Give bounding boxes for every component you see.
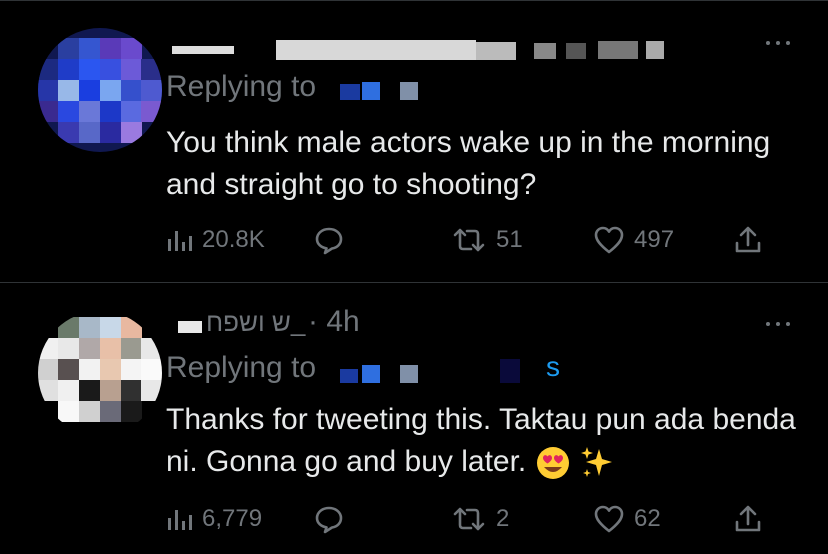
redacted-display-name xyxy=(172,46,234,54)
redacted-reply-handle xyxy=(340,369,358,383)
redacted-reply-handle xyxy=(362,82,380,100)
more-dots-icon[interactable] xyxy=(764,38,794,48)
heart-eyes-emoji xyxy=(536,447,569,480)
avatar[interactable] xyxy=(38,28,162,152)
redacted-reply-handle xyxy=(400,82,418,100)
like-count: 62 xyxy=(634,505,661,532)
like-button[interactable]: 62 xyxy=(594,501,661,537)
redacted-handle-part xyxy=(566,43,586,59)
replying-to-label: Replying to xyxy=(166,70,317,103)
redacted-handle-part xyxy=(476,42,516,60)
reply-handle-tail[interactable]: s xyxy=(546,351,560,383)
redacted-display-name xyxy=(178,321,202,333)
bar-chart-icon xyxy=(168,510,192,530)
views-button[interactable]: 6,779 xyxy=(166,501,262,537)
tweet-time[interactable]: · 4h xyxy=(308,305,360,339)
retweet-count: 51 xyxy=(496,226,523,253)
tweet-body: Thanks for tweeting this. Taktau pun ada… xyxy=(166,403,796,478)
share-upload-icon xyxy=(735,505,761,532)
redacted-handle xyxy=(276,40,476,60)
reply-button[interactable] xyxy=(314,222,344,258)
redacted-reply-handle xyxy=(400,365,418,383)
retweet-button[interactable]: 2 xyxy=(452,501,509,537)
share-button[interactable] xyxy=(734,222,762,258)
tweet-1[interactable]: Replying to You think male actors wake u… xyxy=(0,0,828,282)
reply-button[interactable] xyxy=(314,501,344,537)
share-button[interactable] xyxy=(734,501,762,537)
redacted-handle-part xyxy=(534,43,556,59)
heart-icon xyxy=(594,226,624,254)
bar-chart-icon xyxy=(168,231,192,251)
retweet-icon xyxy=(453,228,485,252)
speech-bubble-icon xyxy=(315,506,343,534)
speech-bubble-icon xyxy=(315,227,343,255)
redacted-reply-handle xyxy=(340,84,360,100)
avatar[interactable] xyxy=(38,311,162,435)
tweet-text: You think male actors wake up in the mor… xyxy=(166,122,806,206)
retweet-icon xyxy=(453,507,485,531)
reply-context: Replying to xyxy=(166,70,316,104)
redacted-reply-handle xyxy=(362,365,380,383)
author-handle: ש ושפח_ xyxy=(206,307,306,337)
views-count: 6,779 xyxy=(202,505,263,532)
sparkles-emoji xyxy=(580,447,612,478)
like-count: 497 xyxy=(634,226,675,253)
like-button[interactable]: 497 xyxy=(594,222,674,258)
replying-to-label: Replying to xyxy=(166,351,317,384)
action-bar: 6,779 2 62 xyxy=(166,501,776,537)
retweet-button[interactable]: 51 xyxy=(452,222,523,258)
more-dots-icon[interactable] xyxy=(764,319,794,329)
action-bar: 20.8K 51 497 xyxy=(166,222,776,258)
reply-context: Replying to xyxy=(166,351,316,385)
redacted-time xyxy=(598,41,638,59)
retweet-count: 2 xyxy=(496,505,510,532)
tweet-text: Thanks for tweeting this. Taktau pun ada… xyxy=(166,399,806,483)
share-upload-icon xyxy=(735,226,761,253)
views-button[interactable]: 20.8K xyxy=(166,222,265,258)
tweet-body: You think male actors wake up in the mor… xyxy=(166,126,771,201)
views-count: 20.8K xyxy=(202,226,265,253)
author-header[interactable]: ש ושפח_ · 4h xyxy=(166,305,406,338)
redacted-time xyxy=(646,41,664,59)
tweet-2[interactable]: ש ושפח_ · 4h Replying to s Thanks for tw… xyxy=(0,283,828,554)
redacted-reply-handle xyxy=(500,359,520,383)
author-header[interactable] xyxy=(166,38,686,64)
heart-icon xyxy=(594,505,624,533)
